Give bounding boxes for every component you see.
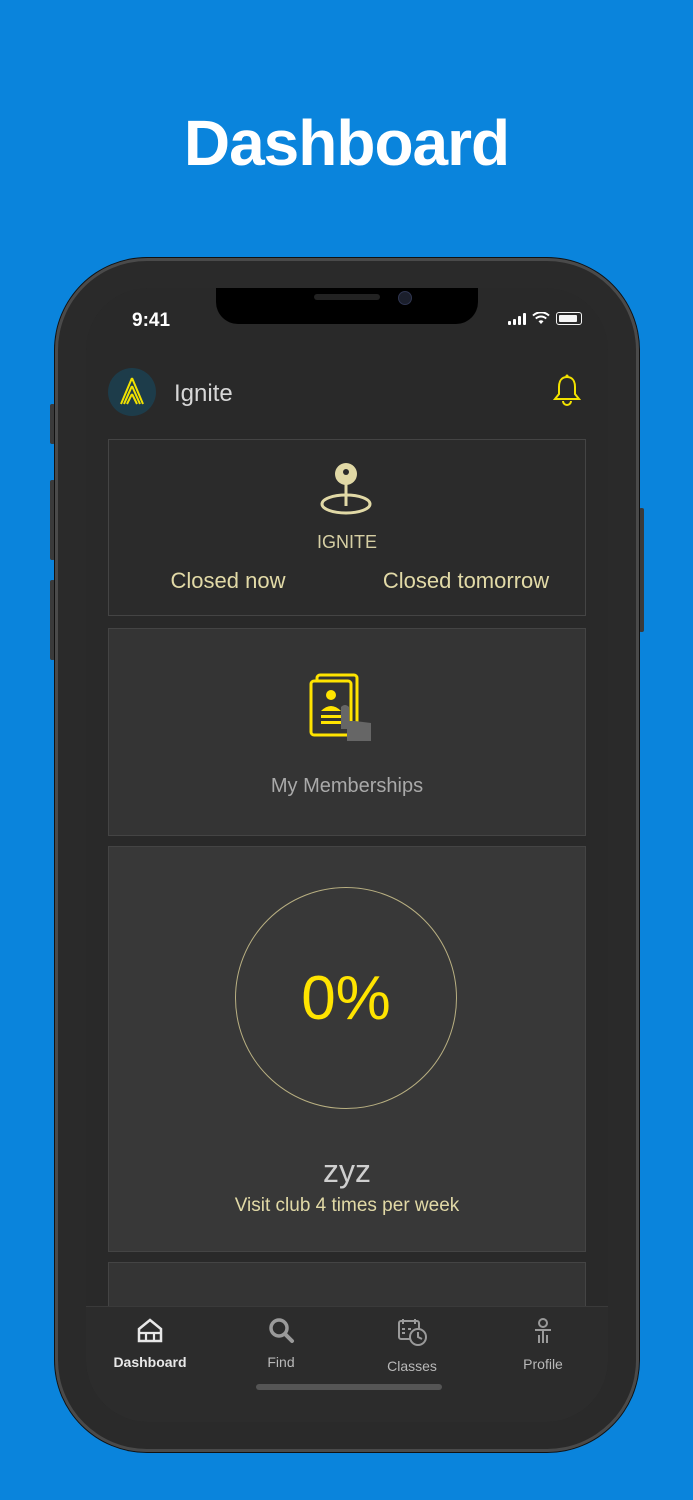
tab-dashboard[interactable]: Dashboard (90, 1317, 210, 1370)
battery-icon (556, 312, 582, 325)
status-tomorrow: Closed tomorrow (382, 568, 550, 593)
calendar-clock-icon (398, 1319, 427, 1346)
signal-icon (508, 312, 526, 325)
tab-label: Find (267, 1354, 295, 1370)
app-header: Ignite (86, 364, 608, 418)
memberships-label: My Memberships (270, 775, 424, 797)
location-card[interactable]: IGNITE Closed now Closed tomorrow (108, 439, 586, 616)
goal-description: Visit club 4 times per week (234, 1195, 460, 1216)
tab-find[interactable]: Find (221, 1317, 341, 1370)
status-time: 9:41 (132, 310, 171, 331)
memberships-card[interactable]: My Memberships (108, 628, 586, 836)
notch (216, 288, 478, 324)
page-headline: Dashboard (183, 107, 510, 179)
location-pin-icon (318, 460, 374, 523)
goal-card[interactable]: 0% zyz Visit club 4 times per week (108, 846, 586, 1252)
power-button (639, 508, 644, 632)
home-indicator[interactable] (256, 1384, 442, 1390)
tab-bar: Dashboard Find Classes Profile (86, 1306, 608, 1422)
tab-label: Classes (387, 1358, 437, 1374)
status-today: Closed now (170, 568, 286, 593)
home-icon (137, 1318, 163, 1343)
search-icon (269, 1318, 294, 1343)
goal-progress-ring: 0% (235, 887, 457, 1109)
speaker-grille (314, 294, 380, 300)
front-camera (398, 291, 412, 305)
goal-progress-text: 0% (301, 963, 391, 1033)
goal-name: zyz (323, 1153, 371, 1189)
wifi-icon (532, 312, 550, 324)
tab-classes[interactable]: Classes (352, 1317, 472, 1374)
tab-label: Dashboard (113, 1354, 187, 1370)
status-icons (508, 312, 582, 325)
membership-card-icon (309, 671, 379, 748)
tab-label: Profile (523, 1356, 563, 1372)
app-name: Ignite (174, 380, 233, 407)
person-icon (535, 1318, 551, 1343)
ignite-logo-icon[interactable] (108, 368, 156, 416)
tab-profile[interactable]: Profile (483, 1317, 603, 1372)
bell-icon[interactable] (552, 374, 582, 411)
phone-screen: 9:41 Ignite IGNITE Closed now Closed tom… (86, 288, 608, 1422)
opening-hours-row: Closed now Closed tomorrow (109, 568, 585, 594)
club-name: IGNITE (316, 532, 377, 552)
